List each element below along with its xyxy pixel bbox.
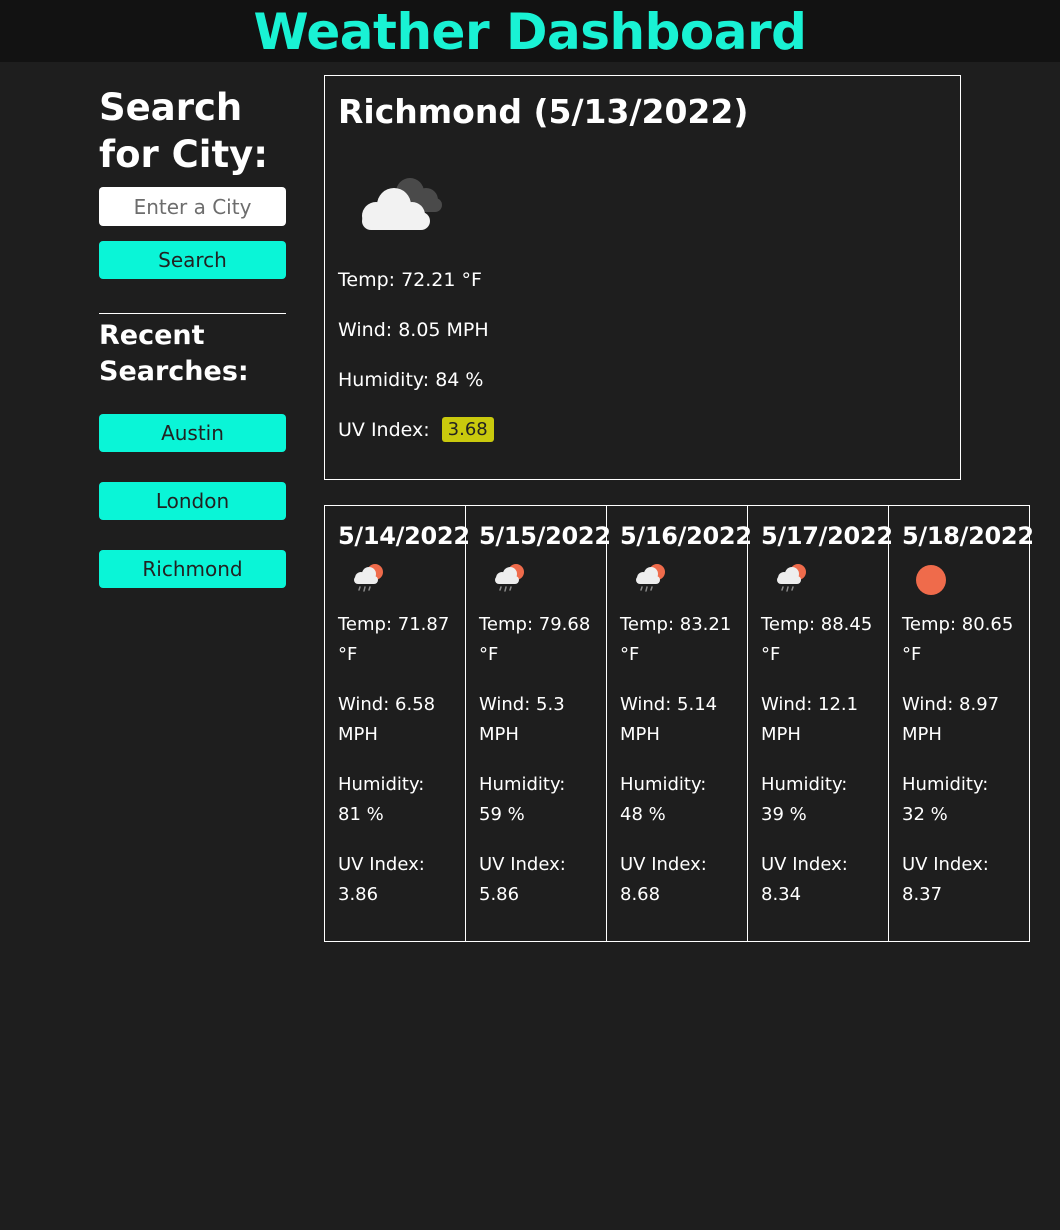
- forecast-uv: UV Index: 5.86: [479, 854, 566, 905]
- city-search-input[interactable]: [99, 187, 286, 226]
- header-bar: Weather Dashboard: [0, 0, 1060, 62]
- five-day-forecast: 5/14/2022 Temp: 71.87 °F Wind: 6.58 MPH …: [324, 505, 1034, 942]
- forecast-card: 5/16/2022 Temp: 83.21 °F Wind: 5.14 MPH …: [606, 505, 752, 942]
- recent-search-london[interactable]: London: [99, 482, 286, 520]
- forecast-temp: Temp: 79.68 °F: [479, 614, 591, 665]
- forecast-wind: Wind: 12.1 MPH: [761, 694, 859, 745]
- rain-sun-icon: [495, 564, 524, 592]
- current-city-title: Richmond (5/13/2022): [338, 92, 749, 131]
- current-weather-card: Richmond (5/13/2022) Temp: 72.21 °F Wind…: [324, 75, 961, 480]
- forecast-uv: UV Index: 3.86: [338, 854, 425, 905]
- rain-sun-icon: [636, 564, 665, 592]
- forecast-humidity: Humidity: 59 %: [479, 774, 566, 825]
- sun-icon: [916, 565, 946, 595]
- search-button[interactable]: Search: [99, 241, 286, 279]
- forecast-temp: Temp: 88.45 °F: [761, 614, 873, 665]
- forecast-humidity: Humidity: 39 %: [761, 774, 848, 825]
- forecast-uv: UV Index: 8.37: [902, 854, 989, 905]
- forecast-humidity: Humidity: 48 %: [620, 774, 707, 825]
- forecast-date: 5/14/2022: [338, 522, 470, 550]
- forecast-humidity: Humidity: 32 %: [902, 774, 989, 825]
- forecast-temp: Temp: 83.21 °F: [620, 614, 732, 665]
- forecast-card: 5/18/2022 Temp: 80.65 °F Wind: 8.97 MPH …: [888, 505, 1034, 942]
- cloud-icon: [362, 178, 442, 230]
- search-heading: Search for City:: [99, 86, 269, 176]
- sidebar-divider: [99, 313, 286, 314]
- uv-index-label: UV Index:: [338, 418, 430, 441]
- forecast-card: 5/15/2022 Temp: 79.68 °F Wind: 5.3 MPH H…: [465, 505, 611, 942]
- forecast-wind: Wind: 6.58 MPH: [338, 694, 436, 745]
- app-title: Weather Dashboard: [253, 3, 807, 61]
- forecast-date: 5/18/2022: [902, 522, 1034, 550]
- forecast-humidity: Humidity: 81 %: [338, 774, 425, 825]
- rain-sun-icon: [354, 564, 383, 592]
- forecast-temp: Temp: 71.87 °F: [338, 614, 450, 665]
- current-uv-row: UV Index: 3.68: [338, 417, 947, 442]
- forecast-wind: Wind: 5.3 MPH: [479, 694, 565, 745]
- recent-searches-list: Austin London Richmond: [99, 414, 286, 588]
- rain-sun-icon: [777, 564, 806, 592]
- forecast-date: 5/17/2022: [761, 522, 893, 550]
- current-temp: Temp: 72.21 °F: [338, 269, 482, 291]
- forecast-card: 5/14/2022 Temp: 71.87 °F Wind: 6.58 MPH …: [324, 505, 470, 942]
- sidebar: Search for City: Search Recent Searches:…: [99, 84, 286, 618]
- forecast-temp: Temp: 80.65 °F: [902, 614, 1014, 665]
- forecast-wind: Wind: 8.97 MPH: [902, 694, 1000, 745]
- forecast-card: 5/17/2022 Temp: 88.45 °F Wind: 12.1 MPH …: [747, 505, 893, 942]
- forecast-wind: Wind: 5.14 MPH: [620, 694, 718, 745]
- forecast-uv: UV Index: 8.68: [620, 854, 707, 905]
- current-wind: Wind: 8.05 MPH: [338, 319, 489, 341]
- recent-searches-heading: Recent Searches:: [99, 320, 249, 387]
- uv-index-badge: 3.68: [441, 417, 494, 442]
- recent-search-richmond[interactable]: Richmond: [99, 550, 286, 588]
- current-humidity: Humidity: 84 %: [338, 369, 484, 391]
- forecast-date: 5/16/2022: [620, 522, 752, 550]
- recent-search-austin[interactable]: Austin: [99, 414, 286, 452]
- forecast-uv: UV Index: 8.34: [761, 854, 848, 905]
- forecast-date: 5/15/2022: [479, 522, 611, 550]
